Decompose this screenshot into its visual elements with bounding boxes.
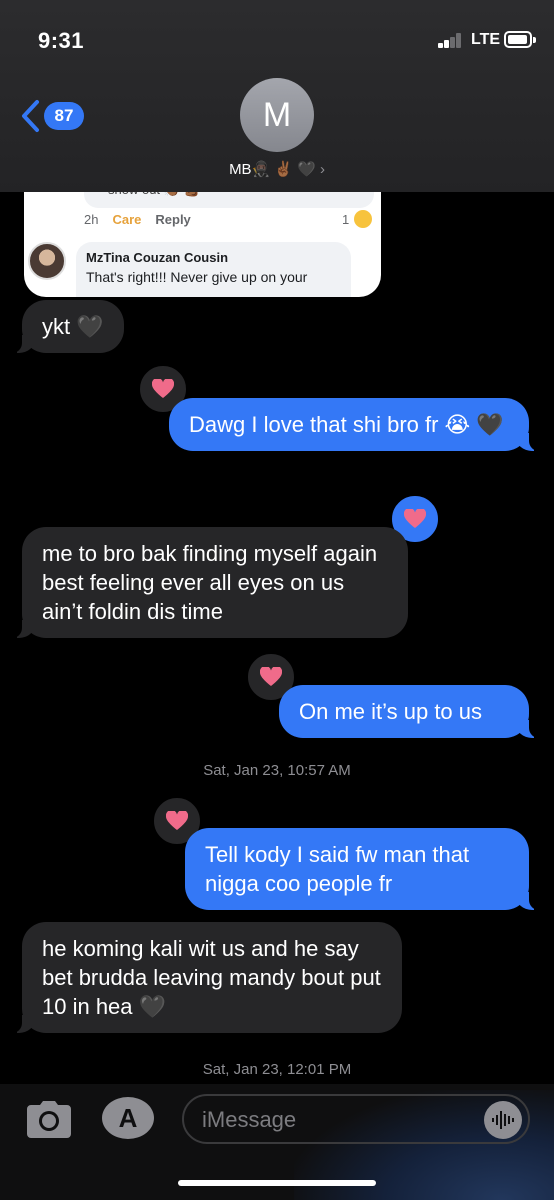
network-type: LTE xyxy=(471,31,501,48)
battery-icon xyxy=(504,31,536,48)
heart-icon xyxy=(152,379,174,398)
sent-message[interactable]: Tell kody I said fw man that nigga coo p… xyxy=(185,828,539,910)
contact-avatar[interactable]: M xyxy=(240,78,314,152)
screenshot-reply-bubble: MzTina Couzan Cousin That's right!!! Nev… xyxy=(76,242,351,297)
screenshot-author: MzTina Couzan Cousin xyxy=(86,250,229,265)
received-message[interactable]: ykt 🖤 xyxy=(12,300,124,353)
screenshot-reply-label: Reply xyxy=(155,212,191,227)
cellular-signal-icon xyxy=(438,32,466,48)
app-store-icon: A xyxy=(118,1102,138,1133)
home-indicator[interactable] xyxy=(178,1180,376,1186)
screenshot-care-label: Care xyxy=(112,212,142,227)
message-field[interactable] xyxy=(182,1094,530,1144)
received-message[interactable]: me to bro bak finding myself again best … xyxy=(12,527,408,638)
sent-message[interactable]: Dawg I love that shi bro fr 😭 🖤 xyxy=(169,398,539,451)
unread-count-badge: 87 xyxy=(44,102,84,130)
camera-icon[interactable] xyxy=(26,1099,72,1139)
heart-icon xyxy=(166,811,188,830)
message-timestamp: Sat, Jan 23, 10:57 AM xyxy=(203,762,351,779)
contact-name-text: MB🥷🏿 ✌🏾 🖤 xyxy=(229,161,316,178)
back-button[interactable]: 87 xyxy=(20,96,84,136)
contact-name[interactable]: MB🥷🏿 ✌🏾 🖤 › xyxy=(0,160,554,178)
screenshot-reaction-count: 1 xyxy=(342,212,350,227)
chevron-left-icon xyxy=(22,100,39,132)
waveform-icon xyxy=(492,1111,514,1129)
message-input[interactable] xyxy=(202,1106,472,1134)
heart-icon xyxy=(404,509,426,528)
commenter-avatar xyxy=(28,242,66,280)
screenshot-comment-meta: 2h Care Reply xyxy=(84,212,191,227)
sent-message[interactable]: On me it’s up to us xyxy=(279,685,539,738)
status-time: 9:31 xyxy=(38,28,85,53)
chevron-right-icon: › xyxy=(319,161,325,178)
received-message[interactable]: he koming kali wit us and he say bet bru… xyxy=(12,922,402,1033)
message-timestamp: Sat, Jan 23, 12:01 PM xyxy=(202,1061,352,1078)
screenshot-comment: That's right!!! Never give up on your xyxy=(86,269,308,285)
heart-icon xyxy=(260,667,282,686)
screenshot-time: 2h xyxy=(84,212,99,227)
audio-message-button[interactable] xyxy=(484,1101,522,1139)
conversation-header: 9:31 LTE 87 M MB🥷🏿 ✌🏾 🖤 › xyxy=(0,0,554,192)
care-reaction-icon xyxy=(354,210,372,228)
app-store-button[interactable]: A xyxy=(102,1097,154,1139)
